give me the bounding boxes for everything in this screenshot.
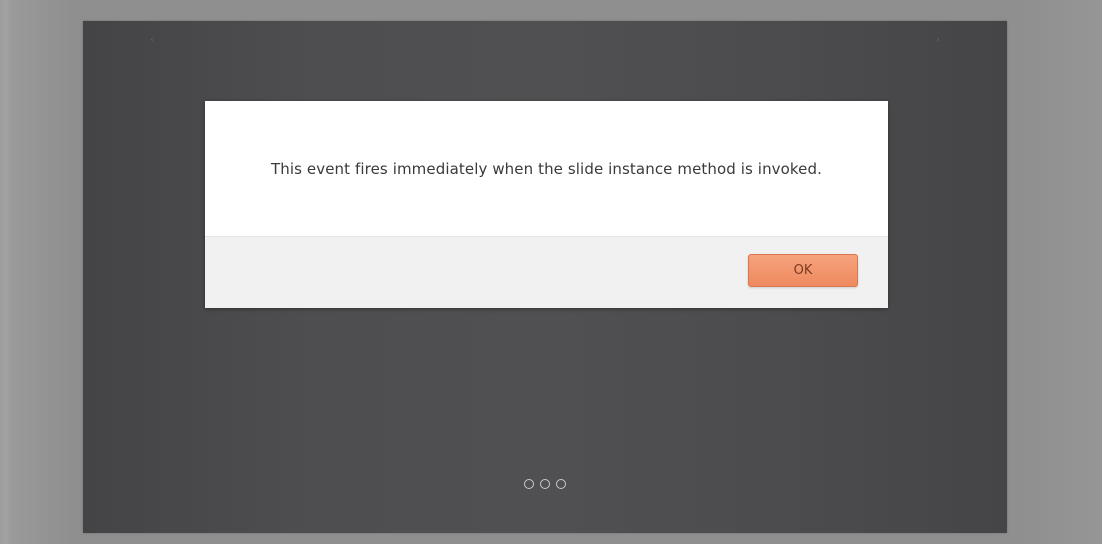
chevron-left-icon[interactable]: ‹	[149, 35, 155, 45]
dialog-message: This event fires immediately when the sl…	[270, 159, 823, 178]
dialog-body: This event fires immediately when the sl…	[205, 101, 888, 237]
carousel-indicator-3[interactable]	[556, 479, 566, 489]
dialog-footer: OK	[205, 237, 888, 308]
chevron-right-icon[interactable]: ›	[935, 35, 941, 45]
carousel-indicators	[83, 479, 1007, 489]
ok-button[interactable]: OK	[748, 254, 858, 287]
carousel-indicator-2[interactable]	[540, 479, 550, 489]
carousel-indicator-1[interactable]	[524, 479, 534, 489]
alert-dialog: This event fires immediately when the sl…	[205, 101, 888, 308]
